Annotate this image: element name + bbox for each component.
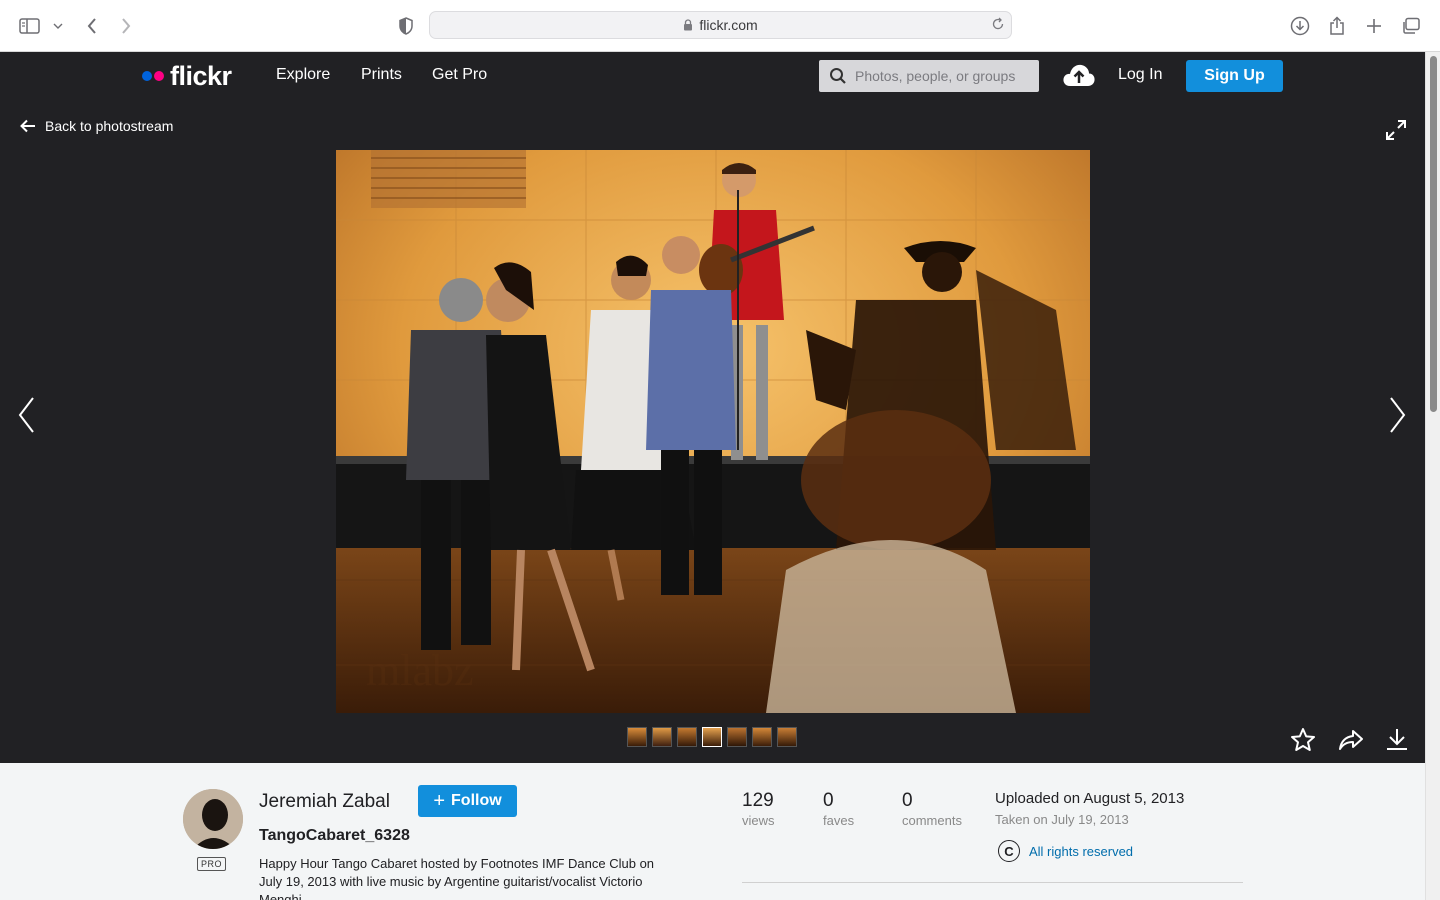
follow-label: Follow <box>451 792 502 809</box>
stat-views: 129 views <box>742 790 775 828</box>
site-header: flickr Explore Prints Get Pro Log In Sig… <box>0 52 1425 100</box>
nav-prints[interactable]: Prints <box>361 66 402 84</box>
forward-icon[interactable] <box>114 14 138 38</box>
search-input[interactable] <box>855 68 1035 84</box>
thumbnail[interactable] <box>627 727 647 747</box>
license-link[interactable]: C All rights reserved <box>998 840 1133 862</box>
photo-info-panel: PRO Jeremiah Zabal + Follow TangoCabaret… <box>0 763 1425 900</box>
license-label: All rights reserved <box>1029 843 1134 859</box>
scrollbar-thumb[interactable] <box>1430 56 1437 412</box>
login-link[interactable]: Log In <box>1118 66 1162 84</box>
stat-value: 0 <box>823 790 834 811</box>
url-text: flickr.com <box>699 17 758 33</box>
back-to-photostream-link[interactable]: Back to photostream <box>20 118 173 134</box>
logo-pink-dot <box>154 71 164 81</box>
thumbnail[interactable] <box>777 727 797 747</box>
main-photo[interactable]: mlabz <box>336 150 1090 713</box>
follow-button[interactable]: + Follow <box>418 785 517 817</box>
next-photo-arrow-icon[interactable] <box>1386 396 1408 439</box>
thumbnail[interactable] <box>727 727 747 747</box>
stat-label: views <box>742 813 775 828</box>
logo-blue-dot <box>142 71 152 81</box>
author-name[interactable]: Jeremiah Zabal <box>259 791 390 813</box>
stat-value: 129 <box>742 790 774 811</box>
logo-text: flickr <box>170 61 232 91</box>
photo-description: Happy Hour Tango Cabaret hosted by Footn… <box>259 856 655 900</box>
pro-badge: PRO <box>197 857 226 871</box>
plus-icon: + <box>433 790 446 812</box>
share-icon[interactable] <box>1325 14 1349 38</box>
stat-comments: 0 comments <box>902 790 962 828</box>
thumbnail-strip <box>627 727 797 747</box>
stat-value: 0 <box>902 790 913 811</box>
uploaded-date: Uploaded on August 5, 2013 <box>995 790 1185 807</box>
privacy-shield-icon[interactable] <box>394 14 418 38</box>
svg-text:mlabz: mlabz <box>366 646 474 695</box>
stat-faves: 0 faves <box>823 790 854 828</box>
search-icon[interactable] <box>829 67 847 85</box>
taken-date[interactable]: Taken on July 19, 2013 <box>995 812 1129 827</box>
address-bar[interactable]: flickr.com <box>429 11 1012 39</box>
lock-icon <box>683 19 693 31</box>
search-box <box>819 60 1039 92</box>
back-label: Back to photostream <box>45 118 174 134</box>
nav-explore[interactable]: Explore <box>276 66 330 84</box>
signup-button[interactable]: Sign Up <box>1186 60 1283 92</box>
page-scrollbar[interactable] <box>1425 52 1440 900</box>
sidebar-toggle-icon[interactable] <box>18 14 42 38</box>
arrow-left-icon <box>20 119 35 133</box>
back-icon[interactable] <box>80 14 104 38</box>
tab-overview-icon[interactable] <box>1399 14 1423 38</box>
thumbnail[interactable] <box>752 727 772 747</box>
new-tab-icon[interactable] <box>1362 14 1386 38</box>
browser-toolbar: flickr.com <box>0 0 1440 52</box>
thumbnail[interactable] <box>652 727 672 747</box>
nav-get-pro[interactable]: Get Pro <box>432 66 487 84</box>
copyright-icon: C <box>998 840 1020 862</box>
photo-title: TangoCabaret_6328 <box>259 827 410 844</box>
flickr-logo[interactable]: flickr <box>142 61 232 91</box>
stat-label: comments <box>902 813 962 828</box>
stat-label: faves <box>823 813 855 828</box>
chevron-down-icon[interactable] <box>48 14 68 38</box>
download-icon[interactable] <box>1385 727 1409 758</box>
thumbnail[interactable] <box>677 727 697 747</box>
upload-cloud-icon[interactable] <box>1062 62 1096 93</box>
downloads-icon[interactable] <box>1288 14 1312 38</box>
fullscreen-expand-icon[interactable] <box>1384 118 1408 147</box>
previous-photo-arrow-icon[interactable] <box>16 396 38 439</box>
divider <box>742 882 1243 883</box>
avatar[interactable] <box>183 789 243 849</box>
photo-stage: Back to photostream mlabz <box>0 100 1425 763</box>
fave-star-icon[interactable] <box>1290 727 1316 758</box>
share-arrow-icon[interactable] <box>1338 727 1364 758</box>
thumbnail-active[interactable] <box>702 727 722 747</box>
reload-icon[interactable] <box>991 17 1005 34</box>
